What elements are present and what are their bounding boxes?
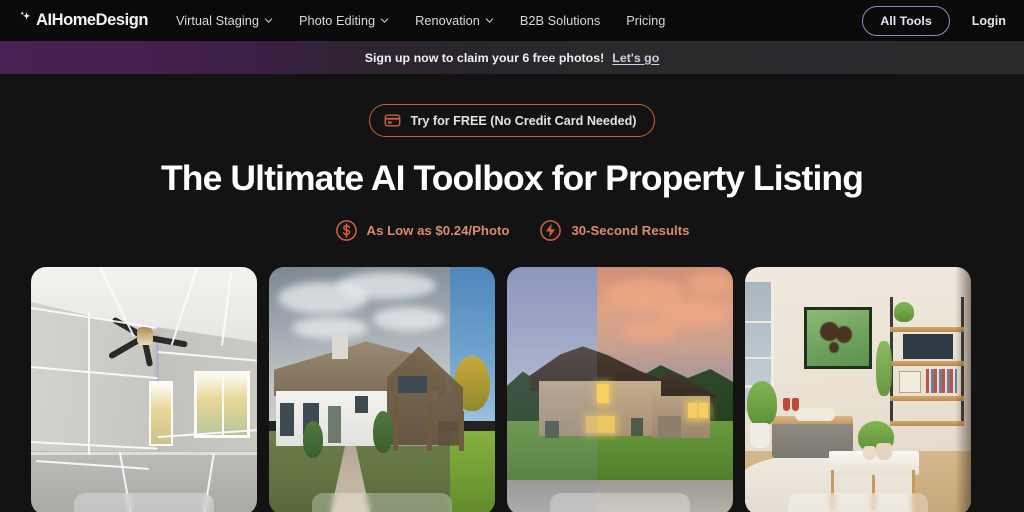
sparkle-icon [20,10,33,30]
card-image [31,267,257,512]
page-title: The Ultimate AI Toolbox for Property Lis… [161,158,864,198]
nav-item-label: Virtual Staging [175,13,259,28]
logo-prefix: AI [36,11,52,29]
card-caption-pill [550,493,690,512]
promo-banner: Sign up now to claim your 6 free photos!… [0,41,1024,74]
showcase-card-empty-room-scan[interactable] [31,267,257,512]
logo[interactable]: AIHomeDesign [20,10,148,30]
credit-card-icon [384,112,401,129]
hero-feature-list: As Low as $0.24/Photo 30-Second Results [335,219,689,242]
card-image [507,267,733,512]
showcase-card-house-day-to-dusk[interactable] [507,267,733,512]
nav-right-actions: All Tools Login [862,5,1006,36]
feature-label: As Low as $0.24/Photo [366,223,510,238]
feature-speed: 30-Second Results [539,219,689,242]
try-for-free-badge[interactable]: Try for FREE (No Credit Card Needed) [369,104,655,137]
showcase-card-staged-living-room[interactable] [745,267,971,512]
showcase-card-strip [31,267,993,512]
nav-item-pricing[interactable]: Pricing [626,13,665,28]
promo-banner-text: Sign up now to claim your 6 free photos! [364,50,605,65]
card-caption-pill [312,493,452,512]
nav-item-virtual-staging[interactable]: Virtual Staging [176,13,273,28]
chevron-down-icon [264,16,273,25]
nav-item-label: Pricing [626,13,666,28]
feature-label: 30-Second Results [571,223,690,238]
nav-item-b2b-solutions[interactable]: B2B Solutions [520,13,600,28]
card-image [269,267,495,512]
showcase-card-house-sky-replace[interactable] [269,267,495,512]
nav-item-label: B2B Solutions [519,13,601,28]
hero-section: Try for FREE (No Credit Card Needed) The… [0,74,1024,512]
logo-text: AIHomeDesign [36,11,148,30]
top-navigation-bar: AIHomeDesign Virtual Staging Photo Editi… [0,0,1024,41]
all-tools-button[interactable]: All Tools [862,5,950,36]
dollar-circle-icon [335,219,358,242]
login-link[interactable]: Login [972,14,1006,28]
chevron-down-icon [485,16,494,25]
nav-item-label: Photo Editing [298,13,376,28]
promo-banner-link[interactable]: Let's go [612,51,659,65]
lightning-circle-icon [539,219,562,242]
feature-price: As Low as $0.24/Photo [335,219,510,242]
nav-items: Virtual Staging Photo Editing Renovation… [176,13,665,28]
card-image [745,267,971,512]
card-caption-pill [788,493,928,512]
nav-item-label: Renovation [415,13,480,28]
nav-item-photo-editing[interactable]: Photo Editing [299,13,389,28]
nav-item-renovation[interactable]: Renovation [415,13,494,28]
try-for-free-label: Try for FREE (No Credit Card Needed) [410,113,637,128]
chevron-down-icon [380,16,389,25]
logo-suffix: HomeDesign [51,11,149,29]
card-caption-pill [74,493,214,512]
